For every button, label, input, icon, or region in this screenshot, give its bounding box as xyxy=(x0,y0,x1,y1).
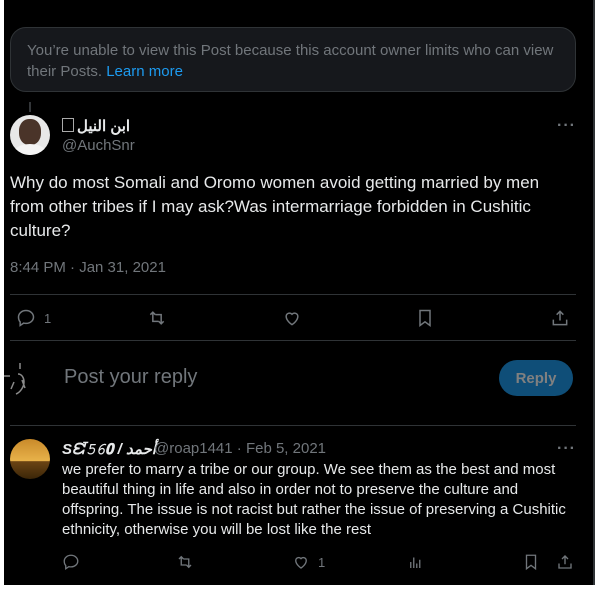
like-icon xyxy=(295,556,307,569)
reply-repost-action[interactable] xyxy=(176,553,194,571)
reply-reply-action[interactable] xyxy=(62,553,80,571)
more-options-icon[interactable]: ··· xyxy=(557,117,576,135)
reply-author-name[interactable]: Sᘿ𝟻𝟼𝟎 / أحمد xyxy=(62,440,156,458)
thread-connector xyxy=(29,102,31,112)
learn-more-link[interactable]: Learn more xyxy=(106,63,183,80)
repost-action[interactable] xyxy=(147,308,167,328)
author-avatar[interactable] xyxy=(10,115,50,155)
repost-icon xyxy=(178,555,192,569)
author-handle[interactable]: @AuchSnr xyxy=(62,137,135,154)
reply-share-action[interactable] xyxy=(556,553,574,571)
bookmark-icon xyxy=(525,554,537,571)
post-thread: You’re unable to view this Post because … xyxy=(4,0,593,585)
reply-more-options-icon[interactable]: ··· xyxy=(557,440,576,458)
share-icon xyxy=(552,310,568,326)
share-action[interactable] xyxy=(550,308,570,328)
reply-count: 1 xyxy=(44,310,52,326)
divider xyxy=(10,425,576,426)
badge-icon xyxy=(62,118,74,132)
reply-text: we prefer to marry a tribe or our group.… xyxy=(62,461,566,538)
reply-input[interactable]: Post your reply xyxy=(64,366,197,389)
like-count: 1 xyxy=(318,554,326,570)
reply-author-avatar[interactable] xyxy=(10,439,50,479)
reply-bookmark-action[interactable] xyxy=(522,553,540,571)
divider xyxy=(10,340,576,341)
reply-views-action[interactable] xyxy=(407,553,425,571)
composer-avatar xyxy=(4,360,40,400)
window-edge xyxy=(593,0,595,585)
reply-button[interactable]: Reply xyxy=(499,360,573,396)
reply-handle-date[interactable]: @roap1441 · Feb 5, 2021 xyxy=(154,440,326,457)
like-icon xyxy=(285,312,299,326)
divider xyxy=(10,294,576,295)
reply-icon xyxy=(17,309,35,327)
bookmark-icon xyxy=(419,309,431,327)
restricted-post-notice: You’re unable to view this Post because … xyxy=(10,27,576,92)
like-action[interactable] xyxy=(282,308,302,328)
reply-action[interactable]: 1 xyxy=(16,308,51,328)
post-text: Why do most Somali and Oromo women avoid… xyxy=(10,173,540,240)
reply-icon xyxy=(63,554,79,571)
post-timestamp[interactable]: 8:44 PM · Jan 31, 2021 xyxy=(10,259,166,276)
author-name[interactable]: ابن النيل xyxy=(62,117,130,135)
repost-icon xyxy=(149,311,165,325)
author-name-text: ابن النيل xyxy=(77,118,131,135)
views-icon xyxy=(410,557,421,568)
reply-like-action[interactable]: 1 xyxy=(292,553,325,571)
share-icon xyxy=(558,555,572,569)
bookmark-action[interactable] xyxy=(415,308,435,328)
